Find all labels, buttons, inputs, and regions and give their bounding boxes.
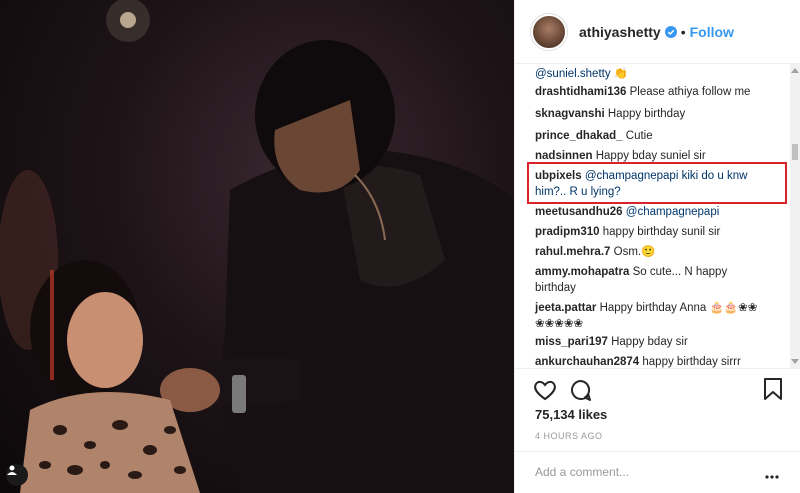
scroll-thumb[interactable] xyxy=(792,144,798,160)
more-icon[interactable] xyxy=(765,466,779,484)
user-tag-icon[interactable] xyxy=(6,464,28,486)
avatar[interactable] xyxy=(531,13,567,50)
comment-item: @suniel.shetty 👏 xyxy=(535,66,783,82)
add-comment-input[interactable] xyxy=(533,464,757,480)
action-bar xyxy=(515,368,800,401)
bookmark-icon[interactable] xyxy=(763,377,783,406)
comment-text: happy birthday sunil sir xyxy=(602,226,721,238)
comment-icon[interactable] xyxy=(569,379,593,406)
comment-item: drashtidhami136 Please athiya follow me xyxy=(535,84,783,100)
comment-text: Please athiya follow me xyxy=(629,86,751,98)
likes-count[interactable]: 75,134 likes xyxy=(535,407,607,422)
comment-username[interactable]: pradipm310 xyxy=(535,226,600,238)
comment-item: prince_dhakad_ Cutie xyxy=(535,128,783,144)
post-side-panel: athiyashetty • Follow @suniel.shetty 👏 d… xyxy=(514,0,800,493)
follow-button[interactable]: Follow xyxy=(690,24,734,40)
comment-username[interactable]: nadsinnen xyxy=(535,150,593,162)
username[interactable]: athiyashetty xyxy=(579,24,661,40)
comment-item: jeeta.pattar Happy birthday Anna 🎂🎂❀❀ ❀❀… xyxy=(535,300,775,332)
comment-username[interactable]: sknagvanshi xyxy=(535,108,605,120)
comment-item: rahul.mehra.7 Osm.🙂 xyxy=(535,244,783,260)
add-comment-bar xyxy=(515,451,800,493)
post-header: athiyashetty • Follow xyxy=(515,0,800,64)
comment-username[interactable]: ankurchauhan2874 xyxy=(535,356,639,368)
comment-username[interactable]: ammy.mohapatra xyxy=(535,266,629,278)
post-timestamp[interactable]: 4 HOURS AGO xyxy=(535,431,603,441)
comment-username[interactable]: jeeta.pattar xyxy=(535,302,596,314)
comment-item: meetusandhu26 @champagnepapi xyxy=(535,204,783,220)
comment-text: Happy bday suniel sir xyxy=(595,150,706,162)
comment-username[interactable]: miss_pari197 xyxy=(535,336,608,348)
comment-text[interactable]: @suniel.shetty 👏 xyxy=(535,68,628,80)
comment-text: Osm.🙂 xyxy=(613,246,656,258)
photo-illustration xyxy=(0,0,514,493)
comment-username[interactable]: meetusandhu26 xyxy=(535,206,623,218)
comments-list[interactable]: @suniel.shetty 👏 drashtidhami136 Please … xyxy=(515,64,791,368)
comments-scrollbar[interactable] xyxy=(790,64,800,368)
comment-text: Happy bday sir xyxy=(611,336,688,348)
verified-badge-icon xyxy=(664,25,677,38)
comment-username[interactable]: prince_dhakad_ xyxy=(535,130,623,142)
scroll-up-arrow-icon[interactable] xyxy=(791,68,799,73)
comment-item: pradipm310 happy birthday sunil sir xyxy=(535,224,783,240)
scroll-down-arrow-icon[interactable] xyxy=(791,359,799,364)
comment-item: sknagvanshi Happy birthday xyxy=(535,106,783,122)
heart-icon[interactable] xyxy=(533,379,557,406)
separator-dot: • xyxy=(680,23,686,40)
comment-username[interactable]: drashtidhami136 xyxy=(535,86,626,98)
post-photo[interactable] xyxy=(0,0,514,493)
comment-username[interactable]: rahul.mehra.7 xyxy=(535,246,610,258)
highlight-box xyxy=(527,162,787,204)
comment-text: Cutie xyxy=(625,130,653,142)
comment-text: @champagnepapi xyxy=(625,206,720,218)
comment-text: Happy birthday xyxy=(607,108,686,120)
comment-item: ankurchauhan2874 happy birthday sirrr xyxy=(535,354,783,368)
comment-item: miss_pari197 Happy bday sir xyxy=(535,334,783,350)
comment-item: ammy.mohapatra So cute... N happy birthd… xyxy=(535,264,745,296)
comment-text: happy birthday sirrr xyxy=(642,356,741,368)
